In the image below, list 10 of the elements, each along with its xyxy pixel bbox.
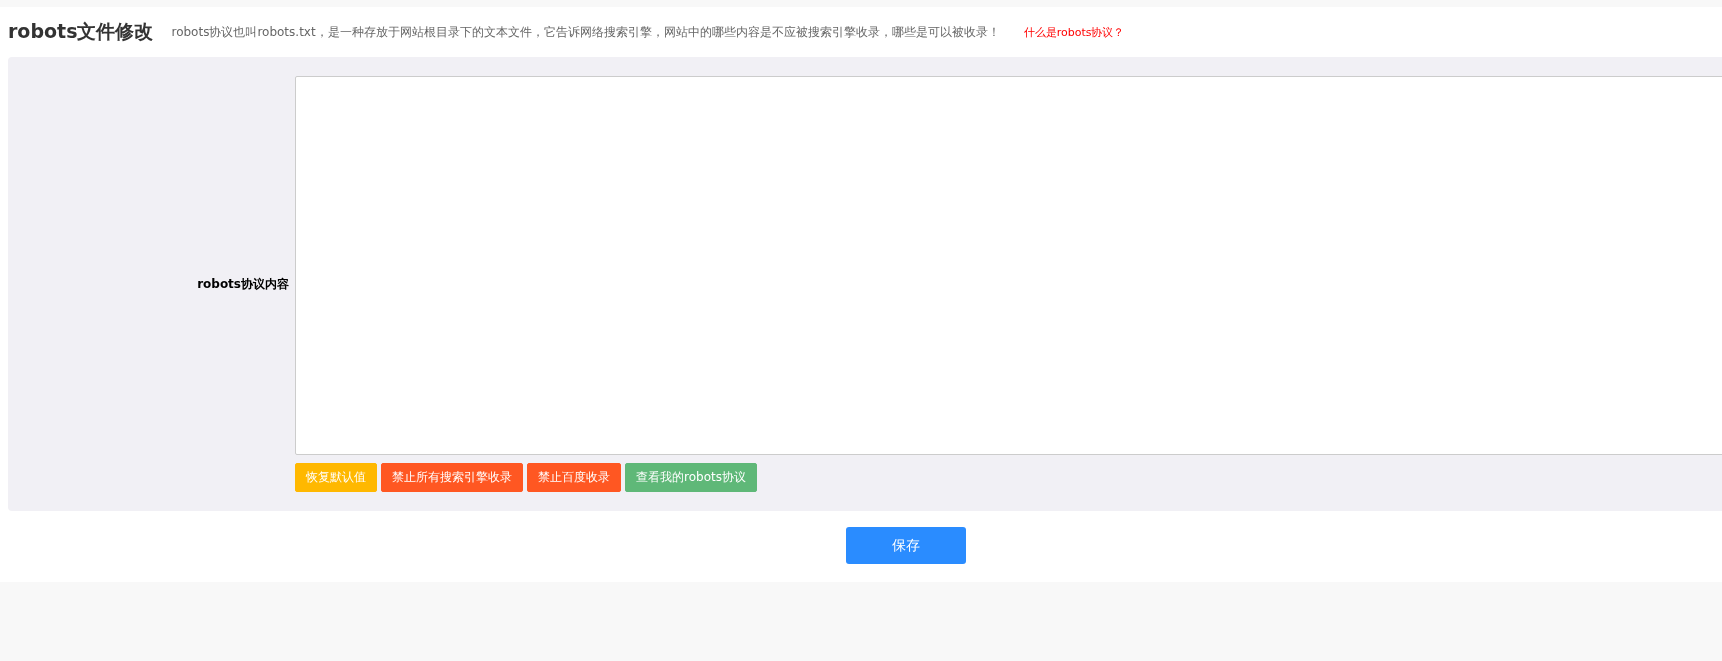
description-text: robots协议也叫robots.txt，是一种存放于网站根目录下的文本文件，它告诉网络搜索引擎，网站中的哪些内容是不应被搜索引擎收录，哪些是可以被收录！ [171, 23, 1000, 41]
save-button[interactable]: 保存 [846, 527, 966, 564]
page-title: robots文件修改 [8, 19, 154, 44]
preset-button[interactable]: 禁止百度收录 [527, 463, 621, 492]
robots-content-field[interactable] [295, 76, 1722, 455]
help-link[interactable]: 什么是robots协议？ [1023, 24, 1125, 40]
preset-button[interactable]: 恢复默认值 [295, 463, 377, 492]
preset-button[interactable]: 禁止所有搜索引擎收录 [381, 463, 523, 492]
preset-button[interactable]: 查看我的robots协议 [625, 463, 757, 492]
field-label: robots协议内容 [197, 275, 289, 293]
